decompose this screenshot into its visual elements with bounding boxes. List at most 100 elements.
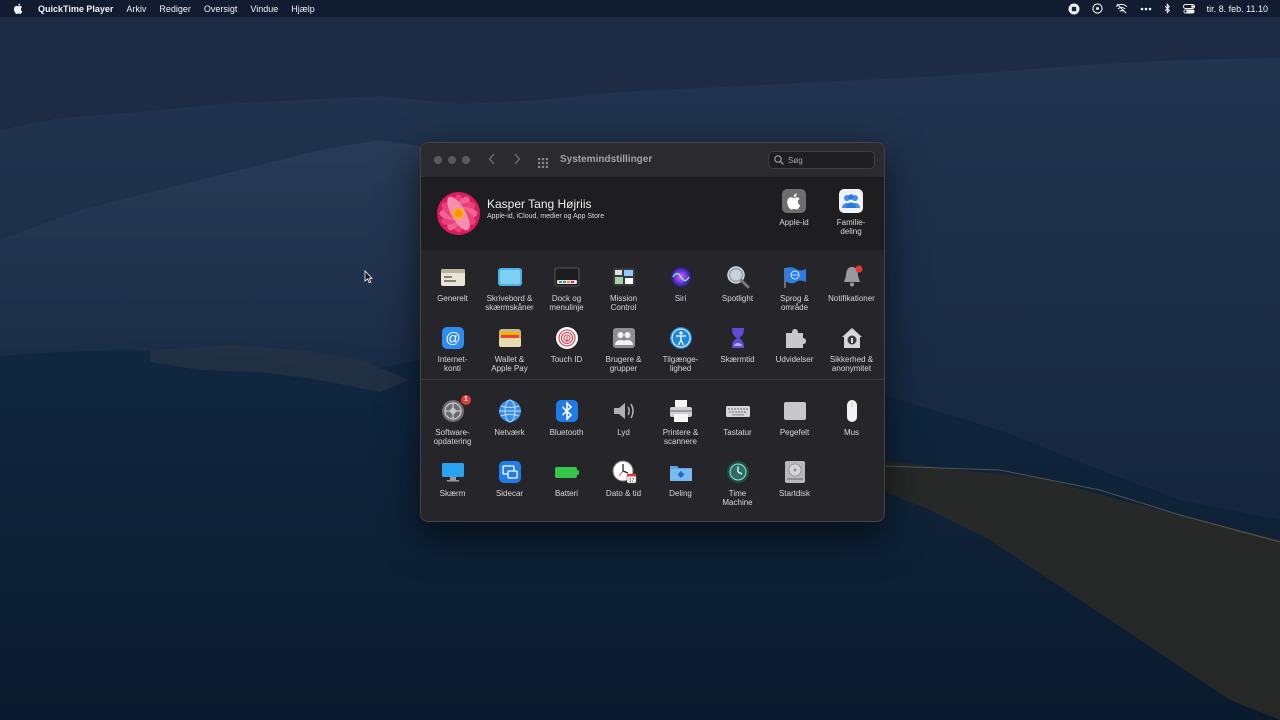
mouse-pointer-icon: [364, 270, 373, 284]
pref-startup-disk[interactable]: Startdisk: [766, 459, 823, 507]
menu-app-name[interactable]: QuickTime Player: [38, 4, 113, 14]
pref-sharing-label: Deling: [669, 489, 692, 498]
pref-language-label: Sprog & område: [780, 294, 809, 312]
pref-sound[interactable]: Lyd: [595, 398, 652, 446]
menu-rediger[interactable]: Rediger: [159, 4, 191, 14]
bluetooth-icon[interactable]: [1164, 3, 1171, 14]
apple-id-label: Apple-id: [779, 218, 809, 227]
wallet-icon: [497, 325, 523, 351]
accessibility-icon: [668, 325, 694, 351]
pref-sidecar-label: Sidecar: [495, 489, 524, 498]
time-machine-icon: [725, 459, 751, 485]
startup-disk-icon: [782, 459, 808, 485]
pref-startup-disk-label: Startdisk: [778, 489, 811, 498]
pref-language[interactable]: Sprog & område: [766, 264, 823, 312]
search-input[interactable]: [788, 153, 870, 167]
pref-battery-label: Batteri: [554, 489, 579, 498]
battery-icon: [554, 459, 580, 485]
pref-network-label: Netværk: [494, 428, 525, 437]
pref-sound-label: Lyd: [617, 428, 630, 437]
pref-security-label: Sikkerhed & anonymitet: [829, 355, 874, 373]
pref-wallet[interactable]: Wallet & Apple Pay: [481, 325, 538, 373]
screen-time-icon: [725, 325, 751, 351]
pref-printers-label: Printere & scannere: [662, 428, 699, 446]
pref-printers[interactable]: Printere & scannere: [652, 398, 709, 446]
pref-extensions-label: Udvidelser: [775, 355, 814, 364]
apple-logo-icon[interactable]: [13, 3, 25, 14]
show-all-grid-icon[interactable]: [538, 155, 548, 168]
pref-sharing[interactable]: Deling: [652, 459, 709, 507]
back-button[interactable]: [488, 153, 500, 167]
window-titlebar[interactable]: Systemindstillinger: [421, 143, 884, 178]
pref-internet-accounts[interactable]: @ Internet- konti: [424, 325, 481, 373]
pref-display-label: Skærm: [439, 489, 466, 498]
section-divider: [421, 379, 884, 380]
pref-wallet-label: Wallet & Apple Pay: [491, 355, 528, 373]
pref-sidecar[interactable]: Sidecar: [481, 459, 538, 507]
menu-hjaelp[interactable]: Hjælp: [291, 4, 315, 14]
pref-network[interactable]: Netværk: [481, 398, 538, 446]
pref-mouse[interactable]: Mus: [823, 398, 880, 446]
family-sharing-pref[interactable]: Familie- deling: [821, 188, 881, 236]
dock-icon: [554, 264, 580, 290]
pref-trackpad-label: Pegefelt: [779, 428, 810, 437]
pref-display[interactable]: Skærm: [424, 459, 481, 507]
search-icon: [774, 155, 784, 165]
forward-button[interactable]: [513, 153, 525, 167]
software-update-badge: 1: [461, 395, 471, 405]
wifi-off-icon[interactable]: [1115, 3, 1128, 14]
search-field[interactable]: [768, 151, 875, 169]
pref-users[interactable]: Brugere & grupper: [595, 325, 652, 373]
pref-security[interactable]: Sikkerhed & anonymitet: [823, 325, 880, 373]
pref-extensions[interactable]: Udvidelser: [766, 325, 823, 373]
trackpad-icon: [782, 398, 808, 424]
pref-accessibility[interactable]: Tilgænge- lighed: [652, 325, 709, 373]
pref-bluetooth[interactable]: Bluetooth: [538, 398, 595, 446]
user-subtitle: Apple-id, iCloud, medier og App Store: [487, 213, 605, 220]
system-preferences-window: Systemindstillinger Kas: [420, 142, 885, 522]
play-circle-icon[interactable]: [1091, 3, 1103, 14]
pref-touch-id[interactable]: Touch ID: [538, 325, 595, 373]
pref-trackpad[interactable]: Pegefelt: [766, 398, 823, 446]
close-window-button[interactable]: [434, 156, 442, 164]
pref-siri-label: Siri: [674, 294, 687, 303]
pref-date-time[interactable]: 17 Dato & tid: [595, 459, 652, 507]
pref-notifications-label: Notifikationer: [828, 294, 875, 303]
pref-software-update[interactable]: 1 Software- opdatering: [424, 395, 481, 446]
pref-screen-time[interactable]: Skærmtid: [709, 325, 766, 373]
zoom-window-button[interactable]: [462, 156, 470, 164]
desktop-screensaver-icon: [497, 264, 523, 290]
prefs-row-4: Skærm Sidecar Batteri 17 Dato & tid Deli…: [421, 459, 884, 507]
svg-text:@: @: [445, 330, 460, 347]
menu-vindue[interactable]: Vindue: [250, 4, 278, 14]
pref-keyboard[interactable]: Tastatur: [709, 398, 766, 446]
prefs-row-3: 1 Software- opdatering Netværk Bluetooth…: [421, 395, 884, 446]
menu-bar: QuickTime Player Arkiv Rediger Oversigt …: [0, 0, 1280, 17]
menubar-clock[interactable]: tir. 8. feb. 11.10: [1207, 4, 1268, 14]
pref-notifications[interactable]: Notifikationer: [823, 264, 880, 312]
minimize-window-button[interactable]: [448, 156, 456, 164]
pref-time-machine[interactable]: Time Machine: [709, 459, 766, 507]
screen-recording-stop-icon[interactable]: [1068, 3, 1080, 15]
menu-oversigt[interactable]: Oversigt: [204, 4, 238, 14]
network-icon: [497, 398, 523, 424]
pref-general-label: Generelt: [437, 294, 468, 303]
apple-id-pref[interactable]: Apple-id: [764, 188, 824, 227]
pref-accessibility-label: Tilgænge- lighed: [662, 355, 699, 373]
mouse-icon: [839, 398, 865, 424]
pref-spotlight-label: Spotlight: [721, 294, 754, 303]
pref-dock[interactable]: Dock og menulinje: [538, 264, 595, 312]
control-center-icon[interactable]: [1182, 3, 1195, 14]
pref-desktop[interactable]: Skrivebord & skærmskåner: [481, 264, 538, 312]
pref-spotlight[interactable]: Spotlight: [709, 264, 766, 312]
pref-keyboard-label: Tastatur: [723, 428, 752, 437]
pref-battery[interactable]: Batteri: [538, 459, 595, 507]
pref-mouse-label: Mus: [843, 428, 860, 437]
pref-mission-control[interactable]: Mission Control: [595, 264, 652, 312]
pref-desktop-label: Skrivebord & skærmskåner: [485, 294, 534, 312]
menu-arkiv[interactable]: Arkiv: [126, 4, 146, 14]
user-avatar[interactable]: [437, 192, 480, 235]
pref-siri[interactable]: Siri: [652, 264, 709, 312]
more-dots-icon[interactable]: [1140, 7, 1152, 11]
pref-general[interactable]: Generelt: [424, 264, 481, 312]
